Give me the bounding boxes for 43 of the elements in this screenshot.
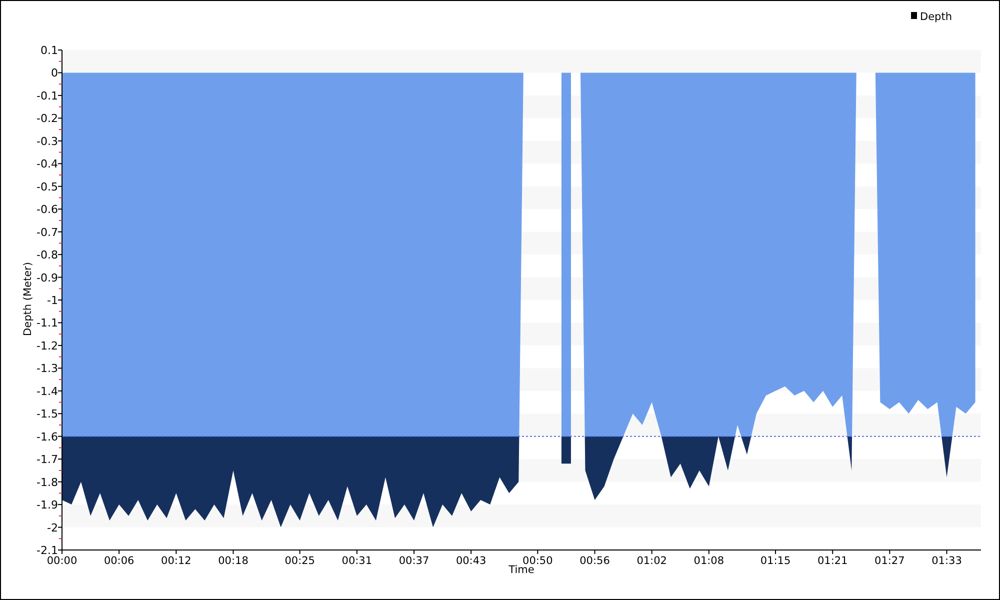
- x-tick-label: 01:27: [874, 555, 905, 567]
- x-tick-label: 00:18: [218, 555, 248, 567]
- x-tick-label: 00:37: [398, 555, 430, 567]
- y-tick-label: -0.5: [36, 180, 58, 194]
- x-tick-label: 00:06: [104, 555, 134, 567]
- y-tick-label: -2.1: [36, 544, 58, 557]
- y-tick-label: -1.8: [36, 476, 58, 489]
- y-tick-label: -1.5: [36, 408, 58, 421]
- y-tick-label: -0.8: [36, 248, 58, 262]
- y-tick-label: -0.4: [36, 158, 58, 171]
- y-tick-label: -0.7: [36, 226, 58, 239]
- x-tick-label: 01:21: [817, 555, 848, 567]
- y-tick-label: -1.3: [36, 362, 58, 376]
- legend-swatch-icon: [911, 12, 917, 19]
- y-tick-label: -2: [47, 521, 58, 534]
- y-axis-title: Depth (Meter): [22, 262, 34, 336]
- y-tick-label: -1.6: [36, 430, 58, 444]
- y-tick-label: -1.4: [36, 384, 58, 398]
- y-tick-label: 0: [51, 66, 58, 80]
- legend-label: Depth: [920, 11, 952, 23]
- x-axis-title: Time: [508, 564, 534, 576]
- x-tick-label: 00:43: [456, 555, 486, 567]
- y-tick-label: -1.7: [36, 453, 58, 466]
- x-tick-label: 00:12: [161, 555, 192, 567]
- x-tick-label: 00:25: [284, 555, 315, 567]
- x-tick-label: 01:15: [760, 555, 791, 567]
- y-tick-label: -1.1: [36, 316, 58, 330]
- y-tick-label: -0.3: [36, 134, 58, 148]
- x-tick-label: 00:00: [46, 555, 78, 567]
- y-tick-label: -0.6: [36, 203, 58, 216]
- y-tick-label: -0.2: [36, 112, 58, 126]
- x-tick-label: 01:02: [636, 555, 667, 567]
- x-tick-label: 00:31: [342, 555, 372, 567]
- y-tick-label: -1: [47, 294, 58, 307]
- x-tick-label: 00:56: [580, 555, 610, 567]
- y-tick-label: 0.1: [40, 44, 58, 57]
- y-tick-label: -1.9: [36, 498, 58, 512]
- x-tick-label: 01:08: [694, 555, 724, 567]
- y-tick-label: -0.1: [36, 89, 58, 102]
- x-tick-label: 00:50: [522, 555, 553, 567]
- x-tick-label: 01:33: [932, 555, 962, 567]
- y-tick-label: -1.2: [36, 339, 58, 352]
- y-tick-label: -0.9: [36, 271, 58, 284]
